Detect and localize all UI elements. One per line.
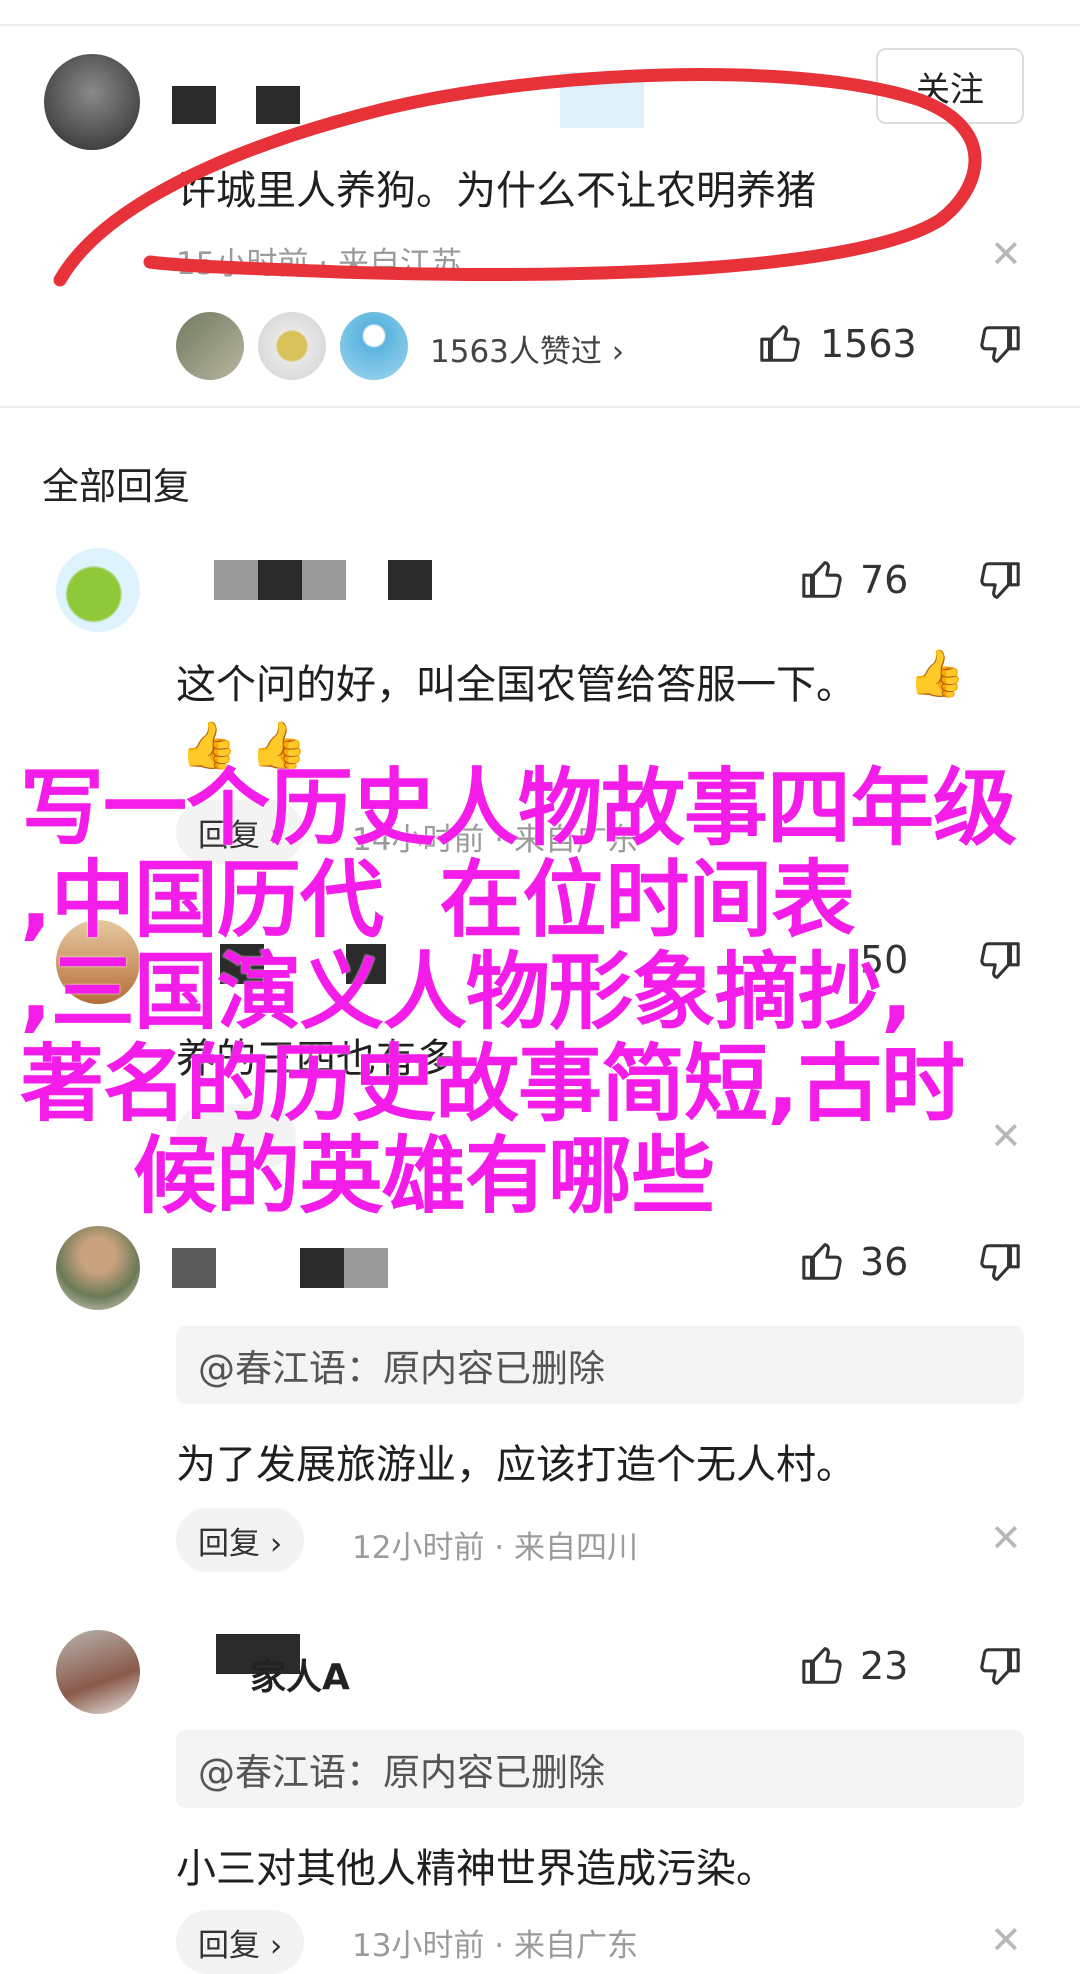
reply1-name-redacted xyxy=(214,560,258,600)
thumbs-down-icon[interactable] xyxy=(976,1644,1022,1690)
thumbs-up-icon[interactable] xyxy=(800,1238,846,1284)
thumbs-down-icon[interactable] xyxy=(976,322,1022,368)
reply1-text: 这个问的好，叫全国农管给答服一下。 xyxy=(176,662,856,708)
reply4-reply-button[interactable]: 回复 › xyxy=(176,1910,305,1974)
reply3-reply-button[interactable]: 回复 › xyxy=(176,1508,305,1572)
main-like-count: 1563 xyxy=(820,322,917,366)
reply3-name-redacted-2 xyxy=(300,1248,344,1288)
reply3-quote: @春江语：原内容已删除 xyxy=(176,1326,1024,1404)
thumbs-up-icon[interactable] xyxy=(800,556,846,602)
reply1-name-redacted-2 xyxy=(258,560,302,600)
section-divider xyxy=(0,406,1080,408)
thumbs-up-emoji: 👍 xyxy=(908,646,966,700)
thumbs-down-icon[interactable] xyxy=(976,558,1022,604)
reply3-meta: 12小时前 · 来自四川 xyxy=(352,1530,639,1566)
reply4-quote: @春江语：原内容已删除 xyxy=(176,1730,1024,1808)
reply4-like-count: 23 xyxy=(860,1644,909,1688)
likers-summary-link[interactable]: 1563人赞过 › xyxy=(430,326,624,371)
red-annotation-circle xyxy=(53,68,982,287)
thumbs-up-icon[interactable] xyxy=(800,1642,846,1688)
liker-avatar-1[interactable] xyxy=(176,312,244,380)
reply1-like-count: 76 xyxy=(860,558,909,602)
reply1-avatar[interactable] xyxy=(56,548,140,632)
reply1-name-redacted-3 xyxy=(302,560,346,600)
reply4-avatar[interactable] xyxy=(56,1630,140,1714)
close-icon[interactable]: ✕ xyxy=(990,1516,1022,1560)
reply4-username: 家人A xyxy=(250,1657,350,1698)
overlay-caption: 写一个历史人物故事四年级 ,中国历代 在位时间表 ,三国演义人物形象摘抄, 著名… xyxy=(20,759,1017,1225)
reply3-name-redacted-3 xyxy=(344,1248,388,1288)
reply3-text: 为了发展旅游业，应该打造个无人村。 xyxy=(176,1442,856,1488)
reply3-name-redacted xyxy=(172,1248,216,1288)
top-divider xyxy=(0,24,1080,26)
reply1-name-redacted-4 xyxy=(388,560,432,600)
close-icon[interactable]: ✕ xyxy=(990,1918,1022,1962)
liker-avatar-2[interactable] xyxy=(258,312,326,380)
thumbs-up-icon[interactable] xyxy=(758,320,804,366)
reply4-meta: 13小时前 · 来自广东 xyxy=(352,1928,639,1964)
liker-avatar-3[interactable] xyxy=(340,312,408,380)
thumbs-down-icon[interactable] xyxy=(976,1240,1022,1286)
reply3-avatar[interactable] xyxy=(56,1226,140,1310)
replies-section-title: 全部回复 xyxy=(42,465,190,508)
reply3-like-count: 36 xyxy=(860,1240,909,1284)
reply4-text: 小三对其他人精神世界造成污染。 xyxy=(176,1846,776,1892)
